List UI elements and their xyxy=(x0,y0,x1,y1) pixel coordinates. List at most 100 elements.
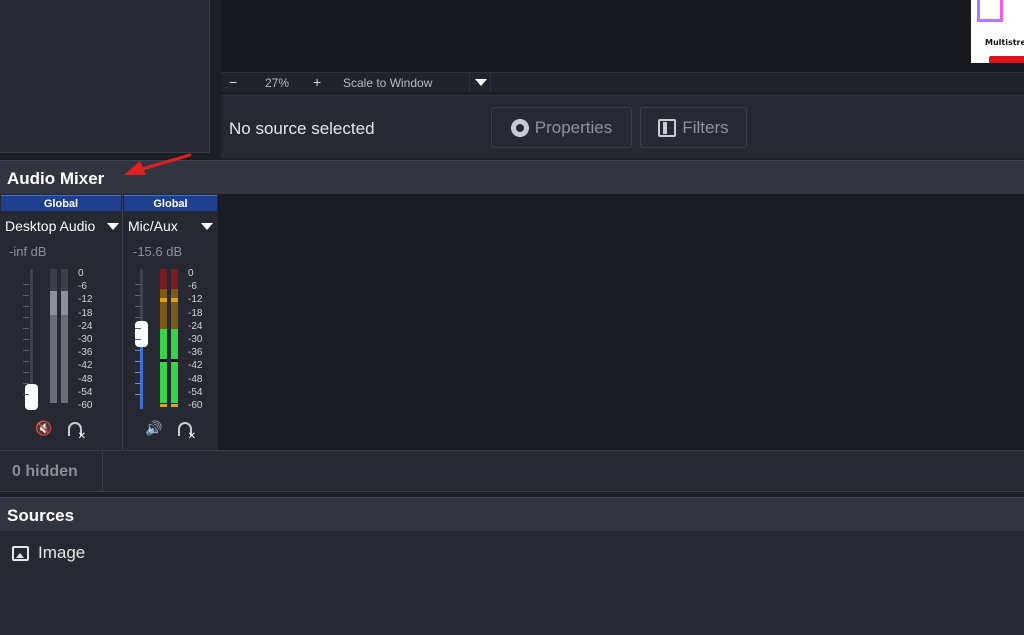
meter-level-low xyxy=(61,315,68,403)
meter-bottom-peak xyxy=(160,404,167,407)
volume-fader-handle[interactable] xyxy=(135,321,148,347)
sources-list: Image xyxy=(0,531,1024,635)
meter-peak xyxy=(171,298,178,302)
headphones-monitor-off-icon[interactable]: ✕ xyxy=(178,422,196,442)
fader-tick xyxy=(135,372,141,373)
thumbnail-red-bar xyxy=(989,56,1024,63)
global-badge: Global xyxy=(124,195,217,211)
properties-label: Properties xyxy=(534,117,613,137)
db-scale-label: -54 xyxy=(78,386,93,398)
fader-tick xyxy=(135,350,141,351)
zoom-in-button[interactable]: + xyxy=(313,74,321,90)
zoom-value: 27% xyxy=(265,76,290,90)
properties-button[interactable]: Properties xyxy=(491,107,632,148)
preview-canvas[interactable]: Multistre xyxy=(221,0,1024,72)
db-scale: 0 -6 -12 -18 -24 -30 -36 -42 -48 -54 -60 xyxy=(78,267,92,412)
db-scale-label: -12 xyxy=(78,294,93,306)
db-scale: 0 -6 -12 -18 -24 -30 -36 -42 -48 -54 -60 xyxy=(188,267,202,412)
db-scale-label: 0 xyxy=(188,268,194,279)
db-scale-label: -42 xyxy=(78,360,93,372)
fader-tick xyxy=(23,383,29,384)
fader-tick xyxy=(135,383,141,384)
fader-tick xyxy=(23,295,29,296)
volume-db: -15.6 dB xyxy=(133,244,183,259)
filters-label: Filters xyxy=(682,117,729,137)
logo-shape xyxy=(977,0,1003,22)
panel-gap xyxy=(210,0,221,158)
gear-icon xyxy=(510,118,529,137)
audio-mixer-body: Global Desktop Audio -inf dB 0 -6 -12 -18 -2… xyxy=(0,194,1024,450)
no-source-label: No source selected xyxy=(229,119,375,138)
fader-tick xyxy=(23,394,29,395)
preview-thumbnail: Multistre xyxy=(971,0,1024,63)
db-scale-label: 0 xyxy=(78,268,84,279)
db-scale-label: -18 xyxy=(78,307,93,319)
meter-marker xyxy=(171,359,178,362)
headphones-monitor-off-icon[interactable]: ✕ xyxy=(68,422,86,442)
meter-level xyxy=(171,329,178,403)
global-badge: Global xyxy=(1,195,121,211)
level-meter-right xyxy=(61,269,68,403)
image-icon xyxy=(12,545,29,561)
fader-tick xyxy=(23,372,29,373)
fader-tick xyxy=(23,361,29,362)
channel-name[interactable]: Desktop Audio xyxy=(5,218,95,234)
fader-tick xyxy=(23,317,29,318)
meter-yellow-zone xyxy=(171,289,178,329)
db-scale-label: -24 xyxy=(188,320,203,332)
db-scale-label: -30 xyxy=(78,334,93,346)
meter-level-low xyxy=(50,315,57,403)
chevron-down-icon xyxy=(475,79,487,86)
speaker-icon[interactable]: 🔊 xyxy=(145,420,162,437)
scenes-panel xyxy=(0,0,210,153)
meter-peak xyxy=(160,298,167,302)
db-scale-label: -42 xyxy=(188,360,203,372)
annotation-arrow xyxy=(124,153,192,175)
fader-tick xyxy=(135,361,141,362)
context-bar: No source selected Properties Filters xyxy=(221,95,1024,158)
mixer-strip-desktop-audio: Global Desktop Audio -inf dB 0 -6 -12 -18 -2… xyxy=(0,194,122,450)
db-scale-label: -6 xyxy=(188,281,197,293)
meter-red-zone xyxy=(160,269,167,289)
meter-level xyxy=(50,291,57,315)
fader-tick xyxy=(23,350,29,351)
db-scale-label: -6 xyxy=(78,281,87,293)
source-item-image[interactable]: Image xyxy=(12,543,85,563)
fader-tick xyxy=(135,295,141,296)
level-meter-left xyxy=(50,269,57,403)
fader-tick xyxy=(23,339,29,340)
mixer-strip-mic-aux: Global Mic/Aux -15.6 dB 0 -6 -12 -18 -24 -30-… xyxy=(123,194,218,450)
fader-tick xyxy=(23,284,29,285)
meter-marker xyxy=(160,359,167,362)
chevron-down-icon[interactable] xyxy=(201,223,213,230)
muted-speaker-icon[interactable]: 🔇 xyxy=(35,420,52,437)
db-scale-label: -24 xyxy=(78,320,93,332)
db-scale-label: -48 xyxy=(78,373,93,385)
level-meter-left xyxy=(160,269,167,407)
fader-tick xyxy=(135,394,141,395)
volume-db: -inf dB xyxy=(9,244,47,259)
zoom-out-button[interactable]: − xyxy=(229,74,237,90)
meter-level xyxy=(160,329,167,403)
chevron-down-icon[interactable] xyxy=(107,223,119,230)
hidden-sources-row: 0 hidden xyxy=(0,450,1024,492)
db-scale-label: -30 xyxy=(188,334,203,346)
divider xyxy=(102,451,103,491)
filter-icon xyxy=(658,118,677,137)
fader-tick xyxy=(23,328,29,329)
db-scale-label: -54 xyxy=(188,386,203,398)
scale-mode-dropdown[interactable] xyxy=(469,73,491,92)
audio-mixer-title-text: Audio Mixer xyxy=(7,169,105,188)
meter-level xyxy=(61,291,68,315)
fader-tick xyxy=(135,339,141,340)
fader-tick xyxy=(135,317,141,318)
scale-mode-label[interactable]: Scale to Window xyxy=(343,76,432,90)
db-scale-label: -48 xyxy=(188,373,203,385)
volume-fader-handle[interactable] xyxy=(25,384,38,410)
channel-name[interactable]: Mic/Aux xyxy=(128,218,178,234)
db-scale-label: -36 xyxy=(188,347,203,359)
hidden-count[interactable]: 0 hidden xyxy=(12,463,78,481)
fader-tick xyxy=(23,306,29,307)
filters-button[interactable]: Filters xyxy=(640,107,747,148)
sources-title: Sources xyxy=(0,497,1024,531)
